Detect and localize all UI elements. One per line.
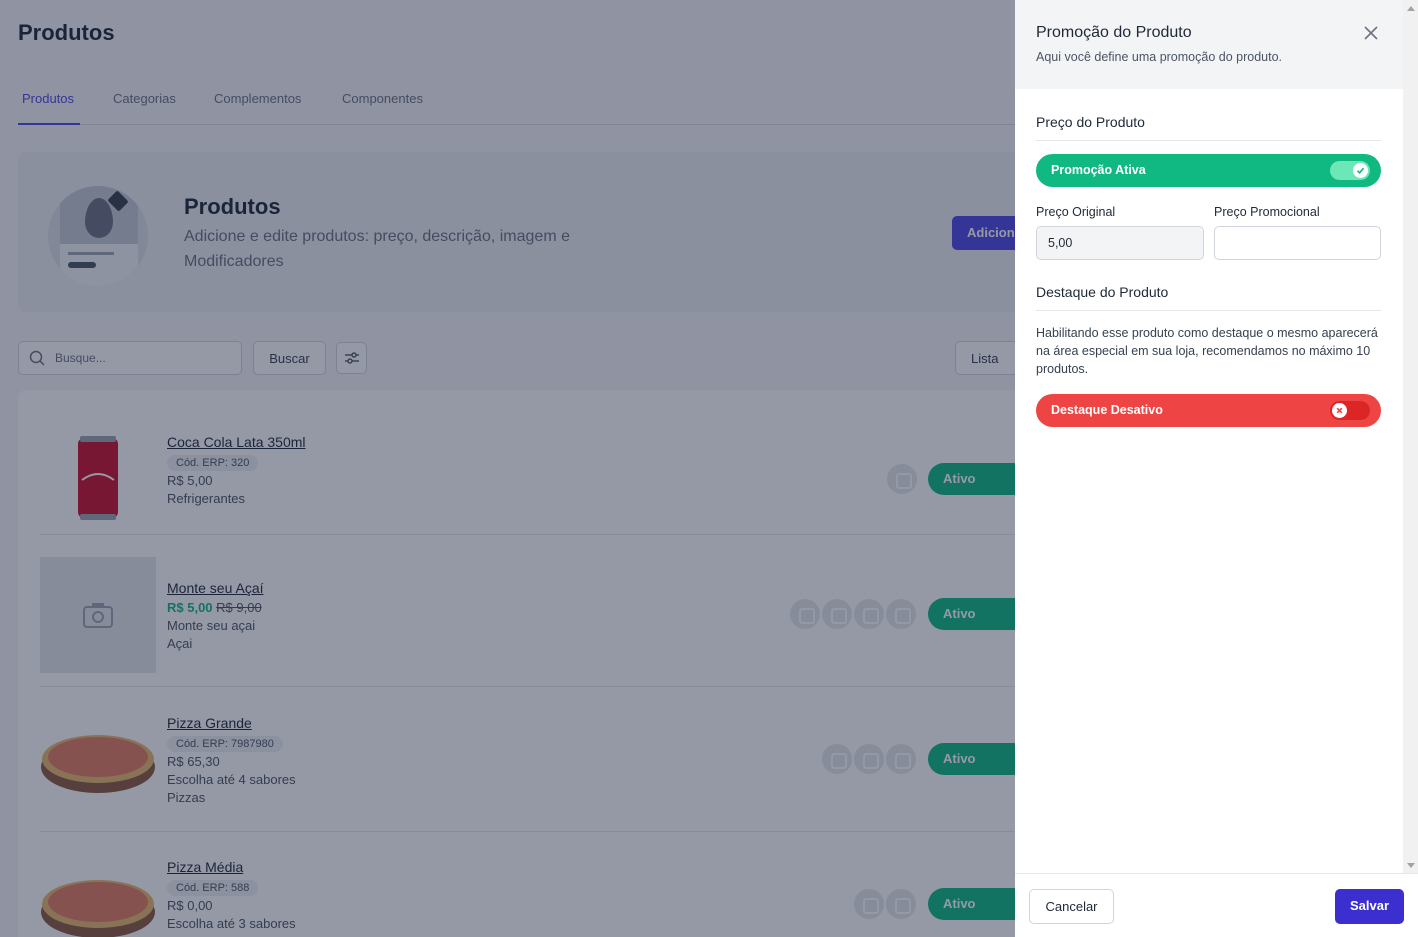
panel-footer: Cancelar Salvar [1015,873,1418,937]
save-button[interactable]: Salvar [1335,889,1404,924]
promotion-toggle-label: Promoção Ativa [1051,163,1146,177]
original-price-label: Preço Original [1036,205,1116,219]
promo-price-field[interactable] [1214,226,1381,260]
check-icon [1356,167,1365,174]
cancel-button[interactable]: Cancelar [1029,889,1114,924]
price-section-title: Preço do Produto [1036,114,1381,141]
promotion-toggle[interactable]: Promoção Ativa [1036,154,1381,187]
highlight-help-text: Habilitando esse produto como destaque o… [1036,326,1378,376]
scroll-down-icon[interactable] [1407,863,1415,868]
close-button[interactable] [1360,22,1382,44]
highlight-toggle[interactable]: Destaque Desativo [1036,394,1381,427]
panel-header: Promoção do Produto Aqui você define uma… [1015,0,1403,89]
scroll-up-icon[interactable] [1407,6,1415,11]
original-price-field[interactable] [1036,226,1204,260]
panel-scrollbar[interactable] [1403,0,1418,874]
highlight-section-title: Destaque do Produto [1036,284,1381,311]
promo-price-label: Preço Promocional [1214,205,1320,219]
highlight-toggle-label: Destaque Desativo [1051,403,1163,417]
close-icon [1364,26,1378,40]
x-icon [1336,407,1343,414]
panel-subtitle: Aqui você define uma promoção do produto… [1036,50,1282,64]
highlight-switch[interactable] [1330,401,1370,420]
promotion-panel: Promoção do Produto Aqui você define uma… [1015,0,1418,937]
promotion-switch[interactable] [1330,161,1370,180]
panel-title: Promoção do Produto [1036,24,1192,41]
